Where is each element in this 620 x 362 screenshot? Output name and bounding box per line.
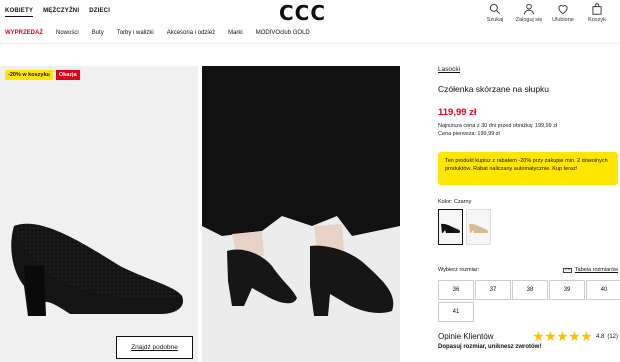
swatch-black[interactable] [438, 209, 463, 245]
star-icon [533, 331, 544, 342]
size-grid: 36 37 38 39 40 41 [438, 280, 620, 322]
nav-modivo-club[interactable]: MODIVOclub GOLD [256, 30, 310, 36]
product-info: Lasocki Czółenka skórzane na słupku 119,… [438, 66, 620, 350]
model-illustration [202, 66, 400, 316]
badges: -20% w koszyku Okazja [5, 70, 80, 80]
rating: 4.8 (12) [533, 331, 618, 342]
nav-brands[interactable]: Marki [228, 30, 243, 36]
deal-badge: Okazja [55, 70, 80, 80]
size-option[interactable]: 39 [549, 280, 585, 300]
color-swatches [438, 209, 618, 245]
brand-link[interactable]: Lasocki [438, 66, 618, 73]
tab-women[interactable]: KOBIETY [5, 8, 34, 17]
size-option[interactable]: 40 [586, 280, 620, 300]
heart-icon [558, 5, 568, 15]
find-similar-button[interactable]: Znajdź podobne [116, 336, 193, 359]
shoe-illustration [11, 223, 184, 316]
logo[interactable]: CCC [279, 1, 326, 25]
size-option[interactable]: 38 [512, 280, 548, 300]
ruler-icon [562, 267, 572, 273]
header: KOBIETY MĘŻCZYŹNI DZIECI CCC Szukaj Zalo… [0, 0, 620, 44]
favorites-label: Ulubione [552, 17, 574, 23]
favorites-button[interactable]: Ulubione [546, 2, 580, 23]
main-nav: WYPRZEDAŻ Nowości Buty Torby i walizki A… [5, 30, 323, 36]
reviews-header[interactable]: Opinie Klientów 4.8 (12) [438, 331, 618, 342]
swatch-beige[interactable] [466, 209, 491, 245]
search-label: Szukaj [486, 17, 504, 23]
login-button[interactable]: Zaloguj się [512, 2, 546, 23]
discount-badge: -20% w koszyku [5, 70, 53, 80]
size-option[interactable]: 37 [475, 280, 511, 300]
search-icon [489, 3, 500, 14]
size-label: Wybierz rozmiar: [438, 267, 480, 273]
review-count: (12) [607, 333, 618, 340]
black-shoe-thumb-icon [440, 223, 460, 233]
nav-shoes[interactable]: Buty [92, 30, 104, 36]
lowest-price: Najniższa cena z 30 dni przed obniżką: 1… [438, 123, 558, 129]
cart-button[interactable]: Koszyk [580, 2, 614, 23]
cart-label: Koszyk [588, 17, 606, 23]
bag-icon [592, 3, 602, 15]
size-table-link[interactable]: Tabela rozmiarów [562, 267, 618, 273]
header-utils: Szukaj Zaloguj się Ulubione Koszyk [478, 2, 614, 23]
gender-tabs: KOBIETY MĘŻCZYŹNI DZIECI [5, 8, 110, 17]
size-table-label: Tabela rozmiarów [574, 267, 618, 273]
nav-sale[interactable]: WYPRZEDAŻ [5, 30, 43, 36]
user-icon [523, 3, 535, 15]
tab-kids[interactable]: DZIECI [89, 8, 110, 17]
rating-value: 4.8 [595, 333, 605, 340]
star-icon [545, 331, 556, 342]
nav-accessories[interactable]: Akcesoria i odzież [167, 30, 215, 36]
nav-bags[interactable]: Torby i walizki [117, 30, 154, 36]
beige-shoe-thumb-icon [468, 223, 488, 233]
first-price: Cena pierwsza: 199,99 zł [438, 131, 500, 137]
size-option[interactable]: 36 [438, 280, 474, 300]
reviews-subtitle: Dopasuj rozmiar, uniknesz zwrotów! [438, 344, 542, 350]
star-icon [581, 331, 592, 342]
size-option[interactable]: 41 [438, 302, 474, 322]
search-button[interactable]: Szukaj [478, 2, 512, 23]
login-label: Zaloguj się [515, 17, 543, 23]
product-image-worn[interactable] [202, 66, 400, 362]
promo-box: Ten produkt kupisz z rabatem -20% przy z… [438, 152, 618, 185]
product-image-side[interactable]: -20% w koszyku Okazja Znajdź podobne [0, 66, 198, 362]
product-price: 119,99 zł [438, 107, 477, 118]
star-icon [569, 331, 580, 342]
tab-men[interactable]: MĘŻCZYŹNI [43, 8, 79, 17]
size-header: Wybierz rozmiar: Tabela rozmiarów [438, 267, 618, 273]
nav-new[interactable]: Nowości [56, 30, 79, 36]
reviews-title: Opinie Klientów [438, 332, 494, 341]
color-label: Kolor: Czarny [438, 199, 472, 205]
star-icon [557, 331, 568, 342]
product-title: Czółenka skórzane na słupku [438, 84, 550, 94]
